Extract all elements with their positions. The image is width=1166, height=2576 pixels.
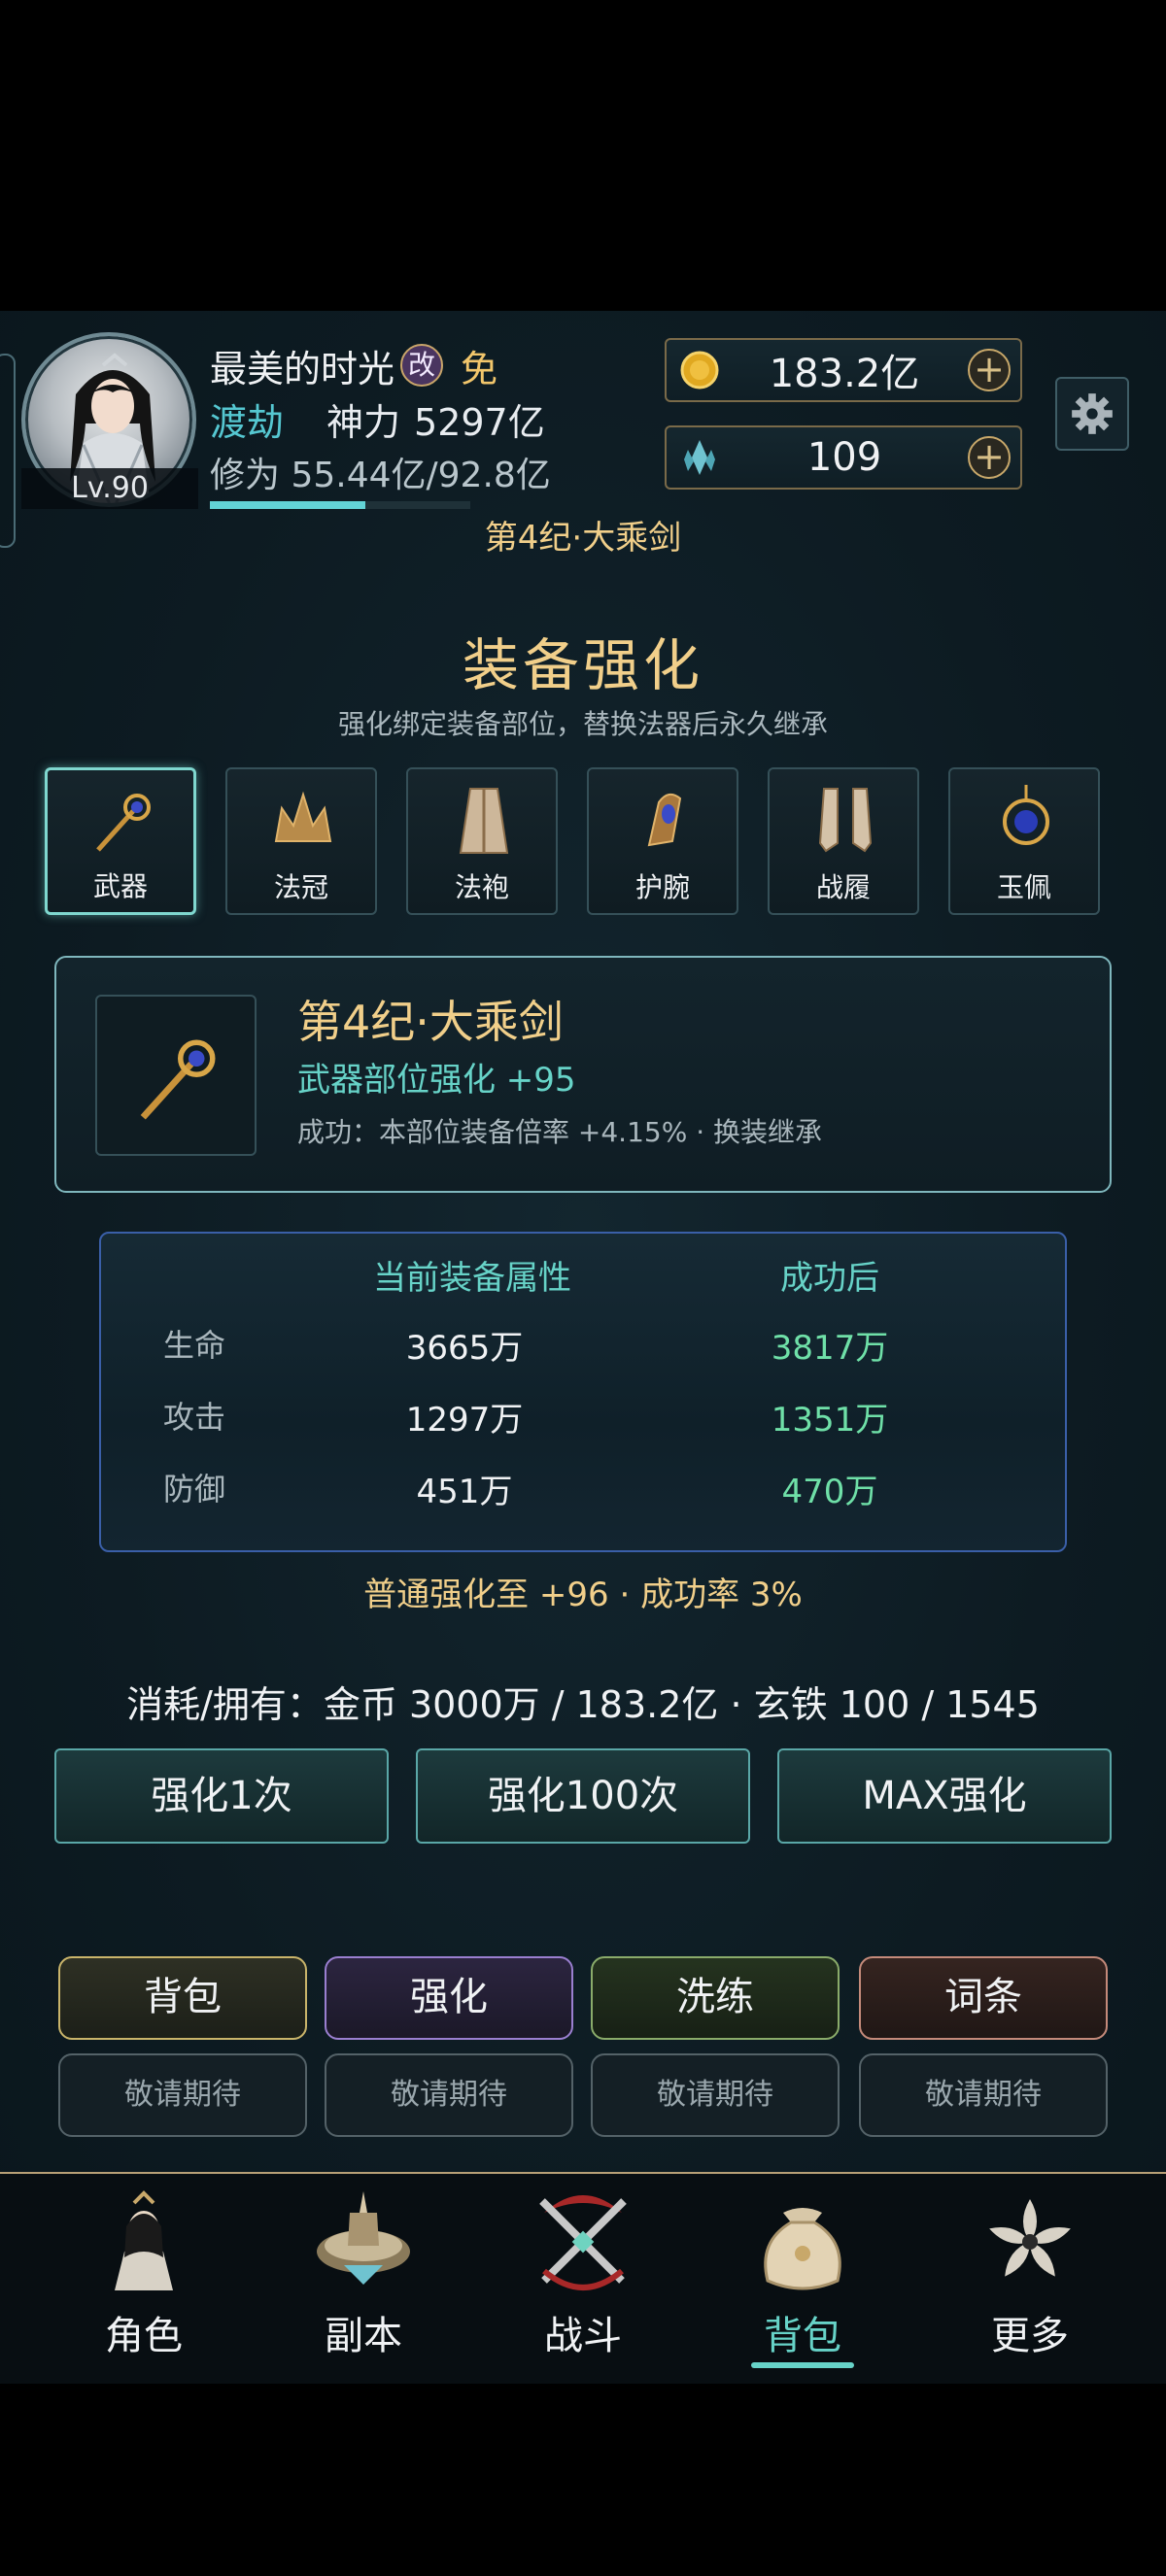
stat-label-defense: 防御 bbox=[163, 1471, 226, 1508]
tab-affix[interactable]: 词条 bbox=[859, 1956, 1108, 2040]
page-title: 装备强化 bbox=[462, 632, 703, 698]
level-label: Lv.90 bbox=[21, 468, 198, 509]
crystal-resource: 109 + bbox=[665, 425, 1022, 490]
gold-coin-icon bbox=[680, 351, 719, 390]
xp-progress-bar bbox=[210, 501, 470, 509]
stat-current-hp: 3665万 bbox=[405, 1329, 524, 1368]
add-gold-button[interactable]: + bbox=[968, 349, 1011, 391]
cost-line: 消耗/拥有：金币 3000万 / 183.2亿 · 玄铁 100 / 1545 bbox=[126, 1683, 1040, 1726]
selected-equipment-panel: 第4纪·大乘剑 武器部位强化 +95 成功：本部位装备倍率 +4.15% · 换… bbox=[54, 956, 1112, 1193]
tab-enhance[interactable]: 强化 bbox=[325, 1956, 573, 2040]
player-name: 最美的时光 bbox=[210, 347, 395, 390]
stat-after-hp: 3817万 bbox=[771, 1329, 889, 1368]
player-name-row: 最美的时光 改 免 bbox=[210, 340, 497, 390]
slot-pendant[interactable]: 玉佩 bbox=[948, 767, 1100, 915]
pendant-icon bbox=[1003, 785, 1049, 845]
nav-label: 角色 bbox=[105, 2314, 183, 2358]
coming-soon-1: 敬请期待 bbox=[58, 2053, 307, 2137]
nav-label: 战斗 bbox=[544, 2314, 622, 2358]
power-value: 5297亿 bbox=[414, 400, 545, 444]
bracer-icon bbox=[647, 793, 682, 847]
stat-label-hp: 生命 bbox=[163, 1327, 226, 1364]
gold-value: 183.2亿 bbox=[769, 352, 920, 396]
enhance-100-button[interactable]: 强化100次 bbox=[416, 1748, 750, 1844]
realm-row: 渡劫 神力 5297亿 bbox=[210, 394, 545, 444]
equipment-effect-desc: 成功：本部位装备倍率 +4.15% · 换装继承 bbox=[297, 1116, 823, 1148]
character-icon bbox=[115, 2190, 173, 2290]
battle-icon bbox=[539, 2195, 627, 2290]
slot-weapon[interactable]: 武器 bbox=[45, 767, 196, 915]
slot-boots[interactable]: 战履 bbox=[768, 767, 919, 915]
more-icon bbox=[989, 2199, 1071, 2277]
nav-bag[interactable]: 背包 bbox=[705, 2184, 900, 2368]
slot-label: 武器 bbox=[92, 870, 148, 902]
crystal-value: 109 bbox=[806, 435, 882, 480]
slot-label: 法袍 bbox=[454, 871, 509, 903]
power-label: 神力 bbox=[326, 400, 401, 444]
boots-icon bbox=[818, 788, 873, 853]
slot-label: 战履 bbox=[815, 871, 871, 903]
selected-equipment-image bbox=[95, 995, 257, 1156]
staff-icon bbox=[140, 1039, 216, 1120]
staff-icon bbox=[96, 794, 151, 852]
enhance-max-button[interactable]: MAX强化 bbox=[777, 1748, 1112, 1844]
xiuwei-text: 修为 55.44亿/92.8亿 bbox=[210, 456, 551, 495]
enhance-info: 普通强化至 +96 · 成功率 3% bbox=[363, 1576, 803, 1614]
stats-header-current: 当前装备属性 bbox=[373, 1259, 571, 1298]
stat-label-attack: 攻击 bbox=[163, 1399, 226, 1436]
free-badge: 免 bbox=[461, 347, 498, 390]
nav-label: 副本 bbox=[325, 2314, 402, 2358]
tab-bag[interactable]: 背包 bbox=[58, 1956, 307, 2040]
page-subtitle: 强化绑定装备部位，替换法器后永久继承 bbox=[337, 708, 828, 740]
robe-icon bbox=[459, 788, 509, 854]
slot-label: 护腕 bbox=[634, 871, 690, 903]
enhance-once-button[interactable]: 强化1次 bbox=[54, 1748, 389, 1844]
nav-label: 更多 bbox=[991, 2314, 1069, 2358]
slot-label: 玉佩 bbox=[996, 871, 1051, 903]
stat-after-defense: 470万 bbox=[781, 1473, 878, 1511]
nav-active-indicator bbox=[751, 2362, 854, 2368]
slot-crown[interactable]: 法冠 bbox=[225, 767, 377, 915]
coming-soon-4: 敬请期待 bbox=[859, 2053, 1108, 2137]
nav-battle[interactable]: 战斗 bbox=[486, 2184, 680, 2360]
stats-header-after: 成功后 bbox=[780, 1259, 879, 1298]
rename-badge[interactable]: 改 bbox=[400, 344, 444, 387]
gold-resource: 183.2亿 + bbox=[665, 338, 1022, 402]
xp-progress-fill bbox=[210, 501, 365, 509]
gear-icon bbox=[1072, 393, 1113, 434]
game-screen: Lv.90 最美的时光 改 免 渡劫 神力 5297亿 修为 55.44亿/92… bbox=[0, 311, 1166, 2384]
stat-after-attack: 1351万 bbox=[771, 1401, 889, 1440]
crystal-icon bbox=[684, 440, 715, 475]
nav-character[interactable]: 角色 bbox=[47, 2184, 241, 2360]
slot-label: 法冠 bbox=[273, 871, 328, 903]
equipment-name: 第4纪·大乘剑 bbox=[297, 996, 564, 1048]
nav-more[interactable]: 更多 bbox=[933, 2184, 1127, 2360]
stat-current-defense: 451万 bbox=[416, 1473, 513, 1511]
slot-bracer[interactable]: 护腕 bbox=[587, 767, 738, 915]
era-title: 第4纪·大乘剑 bbox=[484, 519, 682, 558]
crown-icon bbox=[274, 791, 332, 842]
stat-current-attack: 1297万 bbox=[405, 1401, 524, 1440]
nav-label: 背包 bbox=[764, 2314, 841, 2358]
stats-table: 当前装备属性 成功后 生命 3665万 3817万 攻击 1297万 1351万… bbox=[99, 1232, 1067, 1552]
coming-soon-2: 敬请期待 bbox=[325, 2053, 573, 2137]
equipment-enhance-level: 武器部位强化 +95 bbox=[297, 1061, 576, 1100]
nav-dungeon[interactable]: 副本 bbox=[266, 2184, 461, 2360]
settings-button[interactable] bbox=[1055, 377, 1129, 451]
bag-icon bbox=[764, 2208, 841, 2290]
bottom-nav: 角色 副本 战斗 背包 更多 bbox=[0, 2172, 1166, 2384]
realm-label: 渡劫 bbox=[210, 400, 285, 444]
dungeon-icon bbox=[317, 2191, 410, 2285]
coming-soon-3: 敬请期待 bbox=[591, 2053, 840, 2137]
add-crystal-button[interactable]: + bbox=[968, 436, 1011, 479]
tab-refine[interactable]: 洗练 bbox=[591, 1956, 840, 2040]
slot-robe[interactable]: 法袍 bbox=[406, 767, 558, 915]
